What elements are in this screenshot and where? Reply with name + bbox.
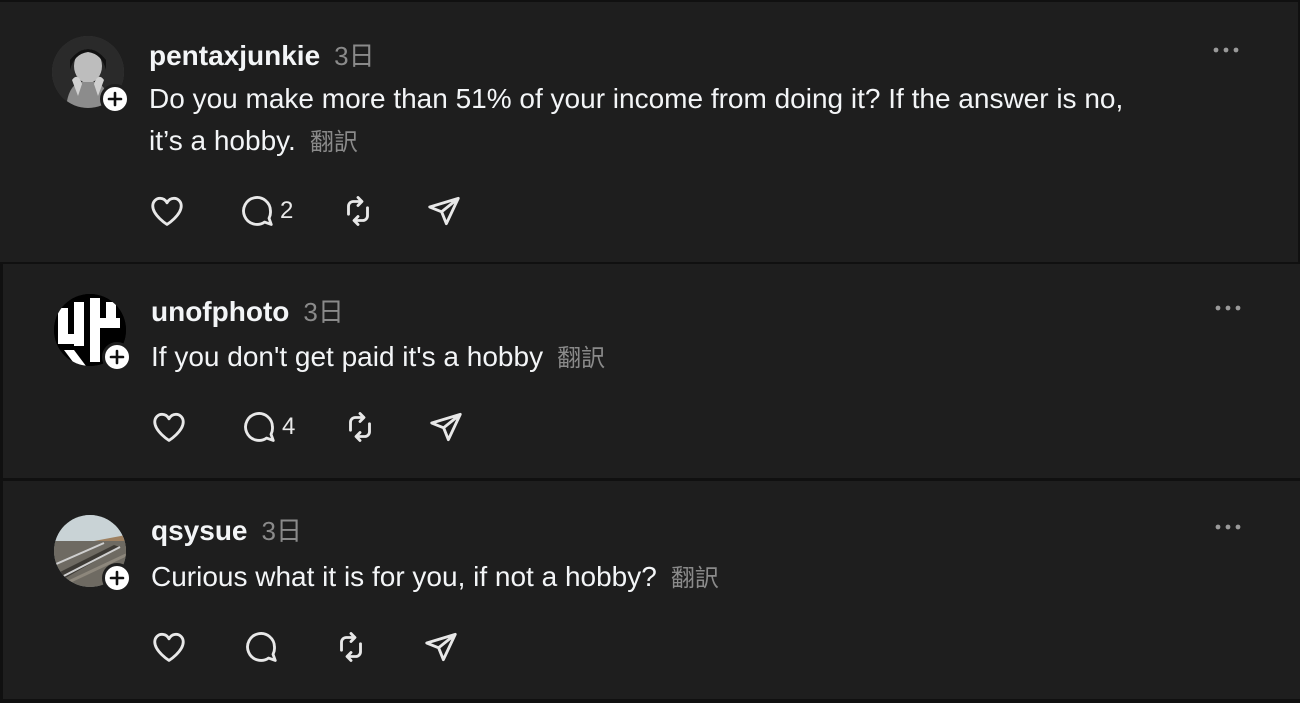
comment-icon: [246, 632, 277, 662]
share-button[interactable]: [427, 408, 465, 446]
reply-button[interactable]: 4: [240, 408, 295, 446]
follow-button[interactable]: [102, 342, 132, 372]
plus-icon: [109, 570, 125, 586]
reply-post: pentaxjunkie 3日 Do you make more than 51…: [0, 2, 1298, 262]
reply-count: 2: [280, 197, 294, 224]
send-icon: [430, 412, 463, 442]
reply-post: unofphoto 3日 If you don't get paid it's …: [3, 264, 1300, 478]
post-text-line: Do you make more than 51% of your income…: [149, 83, 1124, 114]
repost-button[interactable]: [339, 192, 377, 230]
reply-button[interactable]: 2: [238, 192, 293, 230]
share-button[interactable]: [422, 628, 460, 666]
post-header: unofphoto 3日: [151, 292, 344, 329]
heart-icon: [151, 196, 183, 226]
timestamp: 3日: [261, 516, 302, 546]
post-header: qsysue 3日: [151, 511, 302, 548]
more-icon: [1215, 305, 1241, 311]
send-icon: [425, 632, 457, 662]
action-bar: [150, 627, 460, 667]
plus-icon: [109, 349, 125, 365]
post-body: If you don't get paid it's a hobby 翻訳: [151, 336, 1251, 380]
repost-icon: [347, 196, 370, 226]
post-body: Curious what it is for you, if not a hob…: [151, 556, 1251, 600]
translate-link[interactable]: 翻訳: [671, 565, 719, 592]
like-button[interactable]: [148, 192, 188, 230]
follow-button[interactable]: [100, 84, 130, 114]
username[interactable]: pentaxjunkie: [149, 40, 320, 72]
heart-icon: [153, 412, 185, 442]
more-icon: [1215, 524, 1241, 530]
post-header: pentaxjunkie 3日: [149, 36, 375, 73]
post-body: Do you make more than 51% of your income…: [149, 78, 1249, 164]
heart-icon: [153, 632, 185, 662]
action-bar: 4: [150, 407, 465, 447]
timestamp: 3日: [303, 297, 344, 327]
share-button[interactable]: [425, 192, 463, 230]
translate-link[interactable]: 翻訳: [557, 345, 605, 372]
avatar-container: [54, 294, 132, 372]
repost-icon: [340, 632, 362, 662]
repost-button[interactable]: [341, 408, 379, 446]
avatar-container: [54, 515, 132, 593]
more-options-button[interactable]: [1206, 38, 1246, 62]
repost-icon: [349, 412, 372, 442]
reply-post: qsysue 3日 Curious what it is for you, if…: [3, 481, 1300, 699]
timestamp: 3日: [334, 41, 375, 71]
username[interactable]: qsysue: [151, 515, 248, 547]
more-icon: [1213, 47, 1239, 53]
username[interactable]: unofphoto: [151, 296, 289, 328]
like-button[interactable]: [150, 408, 190, 446]
reply-button[interactable]: [242, 628, 280, 666]
like-button[interactable]: [150, 628, 190, 666]
follow-button[interactable]: [102, 563, 132, 593]
reply-count: 4: [282, 413, 296, 440]
more-options-button[interactable]: [1208, 296, 1248, 320]
more-options-button[interactable]: [1208, 515, 1248, 539]
plus-icon: [107, 91, 123, 107]
comment-icon: [242, 196, 273, 226]
action-bar: 2: [148, 191, 463, 231]
comment-icon: [244, 412, 275, 442]
avatar-container: [52, 36, 130, 114]
post-text: Curious what it is for you, if not a hob…: [151, 561, 657, 592]
send-icon: [428, 196, 461, 226]
translate-link[interactable]: 翻訳: [310, 129, 358, 156]
post-text-line-end: it’s a hobby. 翻訳: [149, 120, 1249, 164]
post-text-line: it’s a hobby.: [149, 125, 296, 156]
post-text: If you don't get paid it's a hobby: [151, 341, 544, 372]
repost-button[interactable]: [332, 628, 370, 666]
thread-replies-feed: pentaxjunkie 3日 Do you make more than 51…: [0, 0, 1300, 703]
